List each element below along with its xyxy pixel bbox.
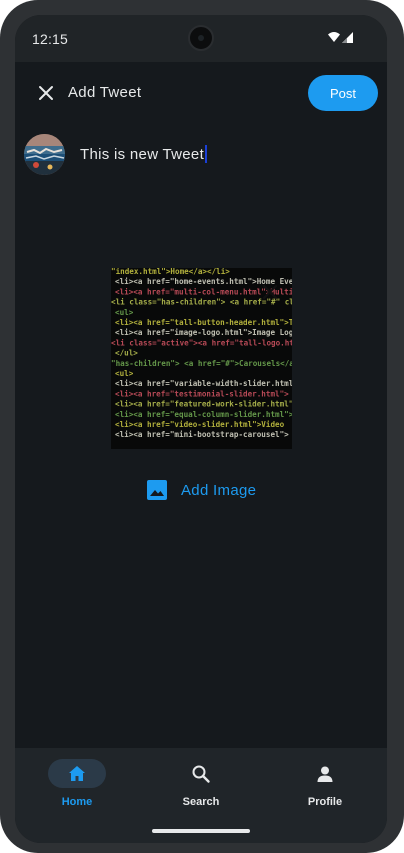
nav-label-profile: Profile — [307, 796, 343, 808]
nav-item-profile[interactable]: Profile — [263, 748, 387, 823]
nav-item-search[interactable]: Search — [139, 748, 263, 823]
wifi-icon — [328, 32, 340, 42]
close-icon — [262, 284, 278, 300]
remove-image-button[interactable] — [260, 282, 280, 302]
device-frame: 12:15 Add Tweet Post This is new Tweet A… — [0, 0, 404, 853]
home-icon — [69, 765, 85, 781]
status-icons — [327, 31, 355, 45]
image-icon — [147, 480, 167, 500]
home-indicator — [152, 829, 250, 833]
add-image-button[interactable]: Add Image — [146, 477, 256, 503]
nav-item-home[interactable]: Home — [15, 748, 139, 823]
avatar — [24, 134, 65, 175]
status-time: 12:15 — [32, 31, 69, 47]
tweet-text-input[interactable]: This is new Tweet — [80, 145, 208, 163]
add-image-label: Add Image — [181, 481, 257, 499]
text-cursor — [205, 145, 208, 163]
front-camera — [188, 25, 214, 51]
nav-label-home: Home — [61, 796, 93, 808]
search-icon — [192, 765, 210, 783]
post-button[interactable]: Post — [308, 75, 378, 111]
close-icon — [39, 86, 53, 100]
attached-image: "index.html">Home</a></li><li><a href="h… — [111, 268, 292, 449]
tweet-text: This is new Tweet — [80, 146, 205, 163]
status-bar: 12:15 — [15, 15, 387, 62]
signal-icon — [342, 32, 353, 43]
screen: 12:15 Add Tweet Post This is new Tweet A… — [15, 15, 387, 843]
nav-active-indicator — [48, 759, 106, 788]
app-bar: Add Tweet Post — [15, 62, 387, 122]
nav-label-search: Search — [182, 796, 220, 808]
close-button[interactable] — [33, 80, 59, 106]
person-icon — [317, 766, 333, 782]
page-title: Add Tweet — [68, 84, 142, 101]
